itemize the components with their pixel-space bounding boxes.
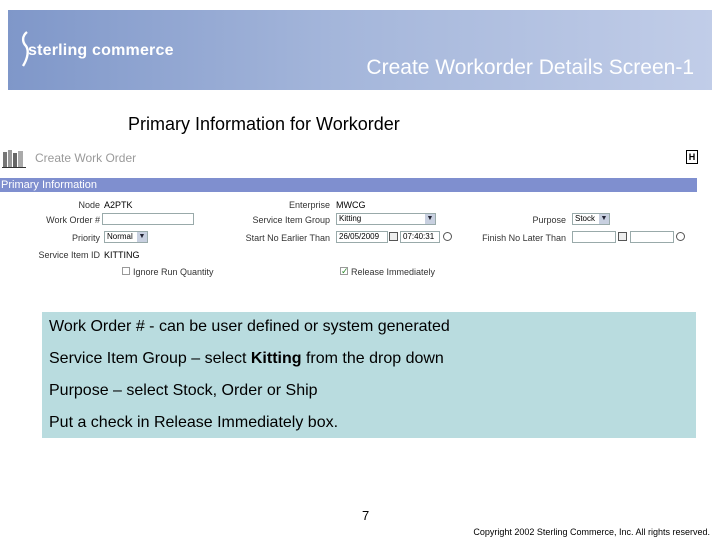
node-label: Node [78, 200, 100, 210]
enterprise-value: MWCG [336, 200, 366, 210]
logo-text: sterling commerce [28, 42, 174, 59]
service-item-group-value: Kitting [339, 214, 362, 223]
service-item-id-label: Service Item ID [38, 250, 100, 260]
priority-select[interactable]: Normal ▼ [104, 231, 148, 243]
instructions-box: Work Order # - can be user defined or sy… [42, 312, 696, 438]
priority-value: Normal [107, 232, 133, 241]
instruction-text: from the drop down [301, 350, 444, 367]
clock-icon[interactable] [443, 232, 452, 241]
chevron-down-icon: ▼ [599, 214, 609, 224]
instruction-purpose: Purpose – select Stock, Order or Ship [49, 382, 318, 399]
instruction-text: Service Item Group – select [49, 350, 251, 367]
create-work-order-screen: Create Work Order H Primary Information … [0, 145, 700, 285]
ignore-run-quantity-checkbox[interactable] [122, 267, 130, 275]
purpose-select[interactable]: Stock ▼ [572, 213, 610, 225]
calendar-icon[interactable] [618, 232, 627, 241]
page-number: 7 [362, 508, 370, 523]
purpose-label: Purpose [532, 215, 566, 225]
start-date-input[interactable]: 26/05/2009 [336, 231, 388, 243]
instruction-work-order: Work Order # - can be user defined or sy… [49, 318, 450, 335]
work-order-input[interactable] [102, 213, 194, 225]
slide-title: Create Workorder Details Screen-1 [366, 56, 694, 79]
enterprise-label: Enterprise [288, 200, 330, 210]
calendar-icon[interactable] [389, 232, 398, 241]
service-item-group-select[interactable]: Kitting ▼ [336, 213, 436, 225]
priority-label: Priority [71, 233, 100, 243]
release-immediately-label: Release Immediately [351, 267, 436, 277]
purpose-value: Stock [575, 214, 596, 223]
start-time-input[interactable]: 07:40:31 [400, 231, 440, 243]
instruction-kitting: Kitting [250, 350, 302, 367]
service-item-group-label: Service Item Group [252, 215, 330, 225]
finish-no-later-than-label: Finish No Later Than [482, 233, 566, 243]
primary-information-header: Primary Information [0, 178, 697, 192]
help-icon[interactable]: H [686, 150, 698, 164]
chevron-down-icon: ▼ [137, 232, 147, 242]
screen-title: Create Work Order [35, 151, 137, 165]
slide-subtitle: Primary Information for Workorder [128, 114, 400, 134]
chevron-down-icon: ▼ [425, 214, 435, 224]
screen-header: Create Work Order H [0, 145, 700, 173]
finish-time-input[interactable] [630, 231, 674, 243]
work-order-label: Work Order # [46, 215, 100, 225]
title-banner: sterling commerce Create Workorder Detai… [8, 10, 712, 90]
instruction-release: Put a check in Release Immediately box. [49, 414, 339, 431]
node-value: A2PTK [104, 200, 133, 210]
ignore-run-quantity-label: Ignore Run Quantity [133, 267, 214, 277]
finish-date-input[interactable] [572, 231, 616, 243]
service-item-id-value: KITTING [104, 250, 140, 260]
books-icon [2, 150, 26, 168]
copyright-text: Copyright 2002 Sterling Commerce, Inc. A… [473, 527, 710, 537]
clock-icon[interactable] [676, 232, 685, 241]
instruction-service-item-group: Service Item Group – select Kitting from… [49, 350, 444, 368]
start-no-earlier-than-label: Start No Earlier Than [245, 233, 330, 243]
release-immediately-checkbox[interactable]: ✓ [340, 267, 349, 276]
